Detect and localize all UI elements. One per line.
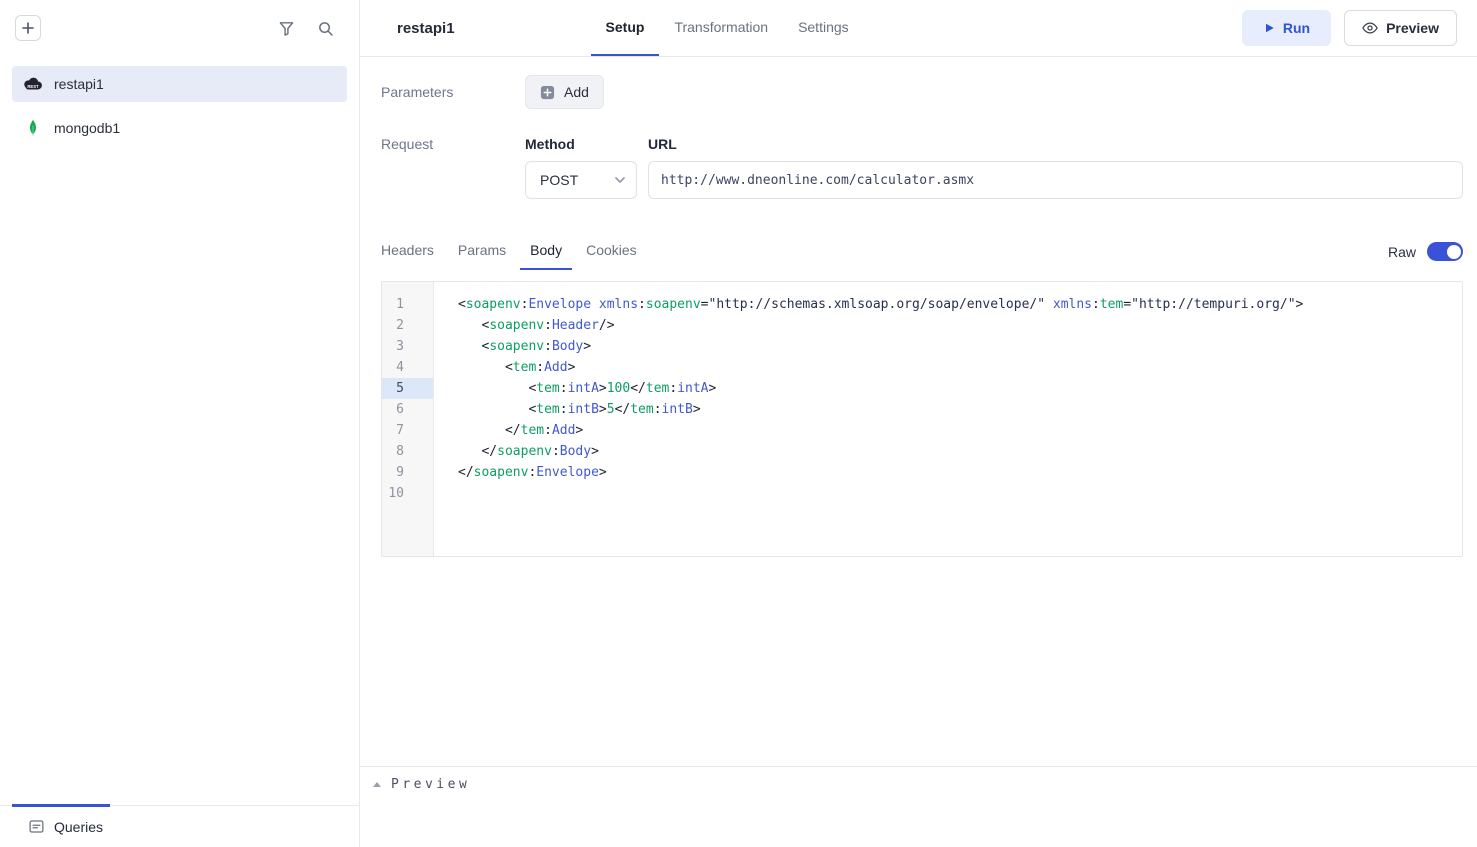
- sidebar-bottom-tabs: Queries: [0, 805, 359, 847]
- setup-content: Parameters Add Request Method POST: [360, 57, 1477, 766]
- add-parameter-button[interactable]: Add: [525, 75, 604, 109]
- method-select[interactable]: POST: [525, 161, 637, 199]
- parameters-row: Parameters Add: [381, 75, 1463, 109]
- toggle-knob: [1447, 245, 1461, 259]
- mongodb-icon: [22, 118, 44, 138]
- plus-square-icon: [540, 85, 555, 100]
- query-tabs: Setup Transformation Settings: [591, 0, 864, 56]
- response-preview-bar[interactable]: Preview: [360, 766, 1477, 847]
- tab-headers[interactable]: Headers: [371, 233, 444, 270]
- raw-toggle-group: Raw: [1388, 242, 1463, 261]
- raw-toggle[interactable]: [1427, 242, 1463, 261]
- play-icon: [1263, 22, 1275, 34]
- filter-button[interactable]: [275, 17, 298, 40]
- editor-code[interactable]: <soapenv:Envelope xmlns:soapenv="http://…: [434, 282, 1462, 556]
- tab-transformation[interactable]: Transformation: [659, 0, 783, 56]
- code-line[interactable]: </soapenv:Body>: [458, 441, 1462, 462]
- body-tabs-row: Headers Params Body Cookies Raw: [381, 233, 1463, 270]
- eye-icon: [1362, 21, 1378, 35]
- line-number: 7: [382, 420, 433, 441]
- tab-queries[interactable]: Queries: [54, 819, 103, 835]
- plus-icon: [22, 22, 34, 34]
- tab-params[interactable]: Params: [448, 233, 516, 270]
- code-line[interactable]: </tem:Add>: [458, 420, 1462, 441]
- tab-cookies[interactable]: Cookies: [576, 233, 647, 270]
- svg-text:REST: REST: [27, 84, 39, 89]
- filter-icon: [278, 20, 295, 37]
- line-number: 9: [382, 462, 433, 483]
- sidebar: REST restapi1 mongodb1: [0, 0, 360, 847]
- entity-label: restapi1: [54, 76, 104, 92]
- entity-list: REST restapi1 mongodb1: [0, 56, 359, 805]
- sidebar-item-mongodb1[interactable]: mongodb1: [12, 110, 347, 146]
- main-panel: restapi1 Setup Transformation Settings R…: [360, 0, 1477, 847]
- raw-label: Raw: [1388, 244, 1416, 260]
- line-number: 6: [382, 399, 433, 420]
- parameters-label: Parameters: [381, 84, 525, 100]
- line-number: 1: [382, 294, 433, 315]
- preview-panel-label: Preview: [391, 777, 470, 792]
- code-line[interactable]: <tem:Add>: [458, 357, 1462, 378]
- line-number: 5: [382, 378, 433, 399]
- chevron-down-icon: [612, 172, 628, 188]
- tab-body[interactable]: Body: [520, 233, 572, 270]
- body-tabs: Headers Params Body Cookies: [371, 233, 651, 270]
- code-line[interactable]: <soapenv:Body>: [458, 336, 1462, 357]
- code-line[interactable]: <soapenv:Header/>: [458, 315, 1462, 336]
- search-icon: [317, 20, 334, 37]
- editor-gutter: 12345678910: [382, 282, 434, 556]
- code-line[interactable]: [458, 483, 1462, 504]
- run-button[interactable]: Run: [1242, 10, 1331, 46]
- code-line[interactable]: <soapenv:Envelope xmlns:soapenv="http://…: [458, 294, 1462, 315]
- request-label: Request: [381, 136, 525, 199]
- tab-settings[interactable]: Settings: [783, 0, 864, 56]
- app-window: REST restapi1 mongodb1: [0, 0, 1477, 847]
- code-line[interactable]: <tem:intB>5</tem:intB>: [458, 399, 1462, 420]
- rest-api-icon: REST: [22, 76, 44, 92]
- method-label: Method: [525, 136, 637, 152]
- query-header: restapi1 Setup Transformation Settings R…: [360, 0, 1477, 57]
- line-number: 4: [382, 357, 433, 378]
- entity-label: mongodb1: [54, 120, 120, 136]
- url-input[interactable]: [648, 161, 1463, 199]
- method-field: Method POST: [525, 136, 637, 199]
- line-number: 2: [382, 315, 433, 336]
- line-number: 3: [382, 336, 433, 357]
- sidebar-toolbar: [0, 0, 359, 56]
- body-code-editor: 12345678910 <soapenv:Envelope xmlns:soap…: [381, 281, 1463, 557]
- caret-up-icon: [372, 781, 382, 788]
- search-button[interactable]: [314, 17, 337, 40]
- new-entity-button[interactable]: [15, 15, 41, 41]
- request-section: Request Method POST URL: [381, 136, 1463, 199]
- url-label: URL: [648, 136, 1463, 152]
- line-number: 10: [382, 483, 433, 504]
- code-line[interactable]: <tem:intA>100</tem:intA>: [458, 378, 1462, 399]
- method-value: POST: [540, 172, 578, 188]
- active-tab-indicator: [12, 804, 110, 807]
- queries-icon: [28, 818, 45, 835]
- sidebar-item-restapi1[interactable]: REST restapi1: [12, 66, 347, 102]
- header-actions: Run Preview: [1242, 10, 1457, 46]
- tab-setup[interactable]: Setup: [591, 0, 660, 56]
- url-field: URL: [648, 136, 1463, 199]
- preview-button[interactable]: Preview: [1344, 10, 1457, 46]
- query-title: restapi1: [397, 20, 455, 37]
- line-number: 8: [382, 441, 433, 462]
- code-line[interactable]: </soapenv:Envelope>: [458, 462, 1462, 483]
